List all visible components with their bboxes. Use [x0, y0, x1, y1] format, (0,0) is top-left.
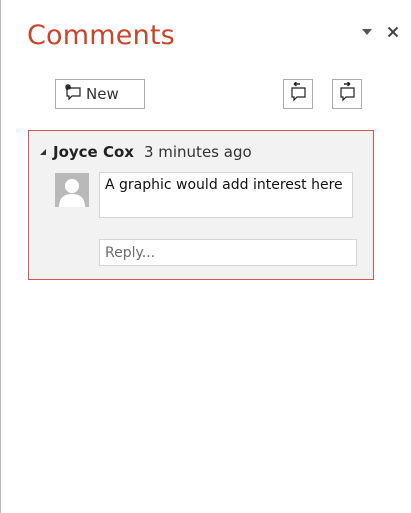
pane-title-controls [359, 24, 401, 40]
user-silhouette-icon [55, 173, 89, 207]
comment-card[interactable]: Joyce Cox 3 minutes ago A graphic would … [28, 130, 374, 280]
new-comment-button[interactable]: New [55, 79, 145, 109]
comment-header: Joyce Cox 3 minutes ago [37, 143, 252, 161]
comment-text[interactable]: A graphic would add interest here [99, 172, 353, 218]
comment-author: Joyce Cox [53, 143, 134, 161]
collapse-triangle-icon[interactable] [37, 146, 49, 158]
next-comment-button[interactable] [332, 79, 362, 109]
next-comment-icon [337, 81, 357, 106]
previous-comment-icon [288, 81, 308, 106]
reply-input[interactable] [99, 239, 357, 266]
pane-title: Comments [27, 20, 175, 51]
close-icon[interactable] [385, 24, 401, 40]
comments-pane: Comments New Joyce Cox 3 minutes ago A g… [0, 0, 412, 513]
avatar [55, 173, 89, 207]
chevron-down-icon[interactable] [359, 24, 375, 40]
new-comment-icon [64, 83, 84, 105]
comment-timestamp: 3 minutes ago [143, 143, 252, 161]
new-button-label: New [86, 85, 119, 103]
previous-comment-button[interactable] [283, 79, 313, 109]
